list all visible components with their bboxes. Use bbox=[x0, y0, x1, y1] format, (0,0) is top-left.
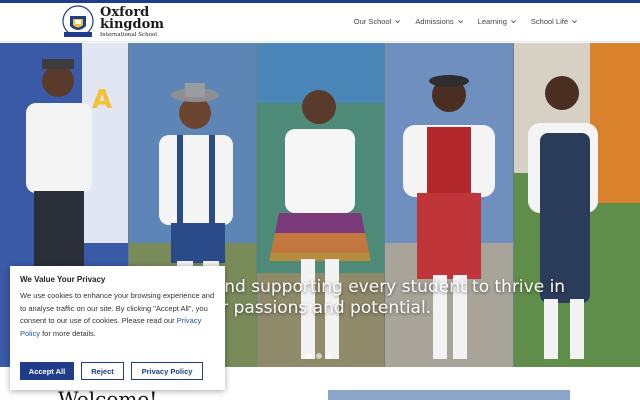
nav-label: School Life bbox=[530, 17, 568, 26]
privacy-policy-button[interactable]: Privacy Policy bbox=[131, 362, 203, 380]
welcome-image bbox=[328, 390, 570, 400]
brand-name-line2: kingdom bbox=[100, 17, 165, 32]
hero-tagline: e and supporting every student to thrive… bbox=[198, 277, 628, 319]
chevron-down-icon bbox=[395, 20, 401, 24]
svg-text:A: A bbox=[92, 85, 112, 115]
nav-admissions[interactable]: Admissions bbox=[415, 17, 463, 26]
chevron-down-icon bbox=[572, 20, 577, 24]
nav-school-life[interactable]: School Life bbox=[531, 17, 578, 26]
cookie-actions: Accept All Reject Privacy Policy bbox=[20, 362, 203, 380]
accept-all-button[interactable]: Accept All bbox=[20, 362, 74, 380]
nav-label: Admissions bbox=[415, 17, 454, 26]
main-nav: Our School Admissions Learning School Li… bbox=[354, 17, 578, 26]
cookie-consent-banner: We Value Your Privacy We use cookies to … bbox=[10, 266, 225, 390]
slider-dot-3[interactable] bbox=[326, 353, 332, 359]
school-crest-logo[interactable] bbox=[60, 4, 96, 42]
chevron-down-icon bbox=[510, 20, 516, 24]
nav-learning[interactable]: Learning bbox=[478, 17, 517, 26]
nav-our-school[interactable]: Our School bbox=[354, 17, 402, 26]
reject-button[interactable]: Reject bbox=[81, 362, 124, 380]
hero-tagline-line2: eir passions and potential. bbox=[206, 298, 432, 318]
chevron-down-icon bbox=[457, 20, 463, 24]
hero-tagline-line1: e and supporting every student to thrive… bbox=[198, 277, 566, 297]
cookie-message-end: for more details. bbox=[40, 328, 96, 338]
nav-label: Learning bbox=[477, 17, 507, 26]
brand-name[interactable]: Oxford kingdom bbox=[100, 6, 165, 32]
brand-tagline: International School bbox=[100, 32, 158, 38]
slider-pagination bbox=[306, 353, 332, 359]
slider-dot-2[interactable] bbox=[316, 353, 322, 359]
cookie-message: We use cookies to enhance your browsing … bbox=[20, 290, 215, 340]
cookie-title: We Value Your Privacy bbox=[20, 275, 106, 284]
site-header: Oxford kingdom International School Our … bbox=[0, 3, 640, 42]
slider-dot-1[interactable] bbox=[306, 353, 312, 359]
nav-label: Our School bbox=[353, 17, 392, 26]
